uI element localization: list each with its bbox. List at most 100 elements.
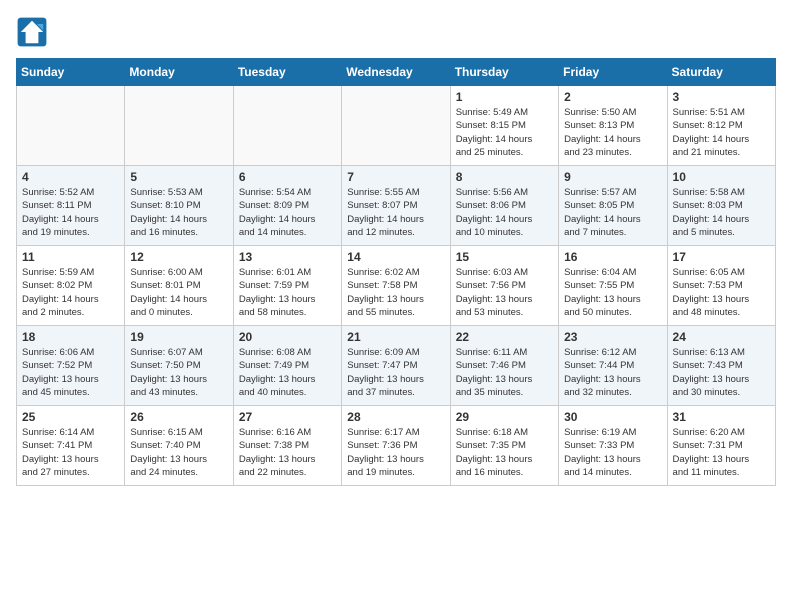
week-row-3: 11 Sunrise: 5:59 AM Sunset: 8:02 PM Dayli… <box>17 246 776 326</box>
calendar-cell: 29Sunrise: 6:18 AM Sunset: 7:35 PM Dayli… <box>450 406 558 486</box>
day-info: Sunrise: 6:16 AM Sunset: 7:38 PM Dayligh… <box>239 426 336 479</box>
calendar-cell: 4 Sunrise: 5:52 AM Sunset: 8:11 PM Daylig… <box>17 166 125 246</box>
day-number: 1 <box>456 90 553 104</box>
logo <box>16 16 52 48</box>
day-info: Sunrise: 6:00 AM Sunset: 8:01 PM Dayligh… <box>130 266 227 319</box>
day-info: Sunrise: 5:50 AM Sunset: 8:13 PM Dayligh… <box>564 106 661 159</box>
day-number: 6 <box>239 170 336 184</box>
day-info: Sunrise: 6:17 AM Sunset: 7:36 PM Dayligh… <box>347 426 444 479</box>
day-number: 15 <box>456 250 553 264</box>
day-number: 19 <box>130 330 227 344</box>
day-info: Sunrise: 5:53 AM Sunset: 8:10 PM Dayligh… <box>130 186 227 239</box>
header-monday: Monday <box>125 59 233 86</box>
day-number: 24 <box>673 330 770 344</box>
calendar-cell: 17 Sunrise: 6:05 AM Sunset: 7:53 PM Dayli… <box>667 246 775 326</box>
header-sunday: Sunday <box>17 59 125 86</box>
day-info: Sunrise: 6:15 AM Sunset: 7:40 PM Dayligh… <box>130 426 227 479</box>
day-number: 2 <box>564 90 661 104</box>
day-number: 17 <box>673 250 770 264</box>
day-number: 11 <box>22 250 119 264</box>
day-number: 4 <box>22 170 119 184</box>
calendar-table: SundayMondayTuesdayWednesdayThursdayFrid… <box>16 58 776 486</box>
day-number: 27 <box>239 410 336 424</box>
day-info: Sunrise: 5:54 AM Sunset: 8:09 PM Dayligh… <box>239 186 336 239</box>
day-number: 22 <box>456 330 553 344</box>
calendar-cell: 18 Sunrise: 6:06 AM Sunset: 7:52 PM Dayli… <box>17 326 125 406</box>
calendar-cell: 14 Sunrise: 6:02 AM Sunset: 7:58 PM Dayli… <box>342 246 450 326</box>
day-number: 31 <box>673 410 770 424</box>
calendar-cell: 20 Sunrise: 6:08 AM Sunset: 7:49 PM Dayli… <box>233 326 341 406</box>
calendar-cell: 27 Sunrise: 6:16 AM Sunset: 7:38 PM Dayli… <box>233 406 341 486</box>
week-row-4: 18 Sunrise: 6:06 AM Sunset: 7:52 PM Dayli… <box>17 326 776 406</box>
calendar-cell: 31 Sunrise: 6:20 AM Sunset: 7:31 PM Dayli… <box>667 406 775 486</box>
day-info: Sunrise: 5:58 AM Sunset: 8:03 PM Dayligh… <box>673 186 770 239</box>
day-info: Sunrise: 6:03 AM Sunset: 7:56 PM Dayligh… <box>456 266 553 319</box>
week-row-2: 4 Sunrise: 5:52 AM Sunset: 8:11 PM Daylig… <box>17 166 776 246</box>
page-header <box>16 16 776 48</box>
day-number: 21 <box>347 330 444 344</box>
day-info: Sunrise: 6:12 AM Sunset: 7:44 PM Dayligh… <box>564 346 661 399</box>
calendar-cell: 8 Sunrise: 5:56 AM Sunset: 8:06 PM Daylig… <box>450 166 558 246</box>
day-info: Sunrise: 5:55 AM Sunset: 8:07 PM Dayligh… <box>347 186 444 239</box>
day-number: 26 <box>130 410 227 424</box>
day-info: Sunrise: 6:01 AM Sunset: 7:59 PM Dayligh… <box>239 266 336 319</box>
day-info: Sunrise: 5:52 AM Sunset: 8:11 PM Dayligh… <box>22 186 119 239</box>
day-number: 13 <box>239 250 336 264</box>
day-info: Sunrise: 6:13 AM Sunset: 7:43 PM Dayligh… <box>673 346 770 399</box>
calendar-cell: 26 Sunrise: 6:15 AM Sunset: 7:40 PM Dayli… <box>125 406 233 486</box>
calendar-cell: 16 Sunrise: 6:04 AM Sunset: 7:55 PM Dayli… <box>559 246 667 326</box>
day-info: Sunrise: 6:06 AM Sunset: 7:52 PM Dayligh… <box>22 346 119 399</box>
calendar-cell: 25Sunrise: 6:14 AM Sunset: 7:41 PM Dayli… <box>17 406 125 486</box>
calendar-cell: 12Sunrise: 6:00 AM Sunset: 8:01 PM Dayli… <box>125 246 233 326</box>
day-info: Sunrise: 5:59 AM Sunset: 8:02 PM Dayligh… <box>22 266 119 319</box>
calendar-cell: 5 Sunrise: 5:53 AM Sunset: 8:10 PM Daylig… <box>125 166 233 246</box>
calendar-cell: 24 Sunrise: 6:13 AM Sunset: 7:43 PM Dayli… <box>667 326 775 406</box>
day-info: Sunrise: 6:20 AM Sunset: 7:31 PM Dayligh… <box>673 426 770 479</box>
day-info: Sunrise: 6:08 AM Sunset: 7:49 PM Dayligh… <box>239 346 336 399</box>
calendar-cell: 10 Sunrise: 5:58 AM Sunset: 8:03 PM Dayli… <box>667 166 775 246</box>
calendar-cell: 28 Sunrise: 6:17 AM Sunset: 7:36 PM Dayli… <box>342 406 450 486</box>
calendar-cell: 19 Sunrise: 6:07 AM Sunset: 7:50 PM Dayli… <box>125 326 233 406</box>
calendar-cell: 3Sunrise: 5:51 AM Sunset: 8:12 PM Daylig… <box>667 86 775 166</box>
calendar-cell <box>342 86 450 166</box>
day-info: Sunrise: 6:02 AM Sunset: 7:58 PM Dayligh… <box>347 266 444 319</box>
calendar-cell: 15 Sunrise: 6:03 AM Sunset: 7:56 PM Dayli… <box>450 246 558 326</box>
calendar-cell: 13 Sunrise: 6:01 AM Sunset: 7:59 PM Dayli… <box>233 246 341 326</box>
day-number: 3 <box>673 90 770 104</box>
calendar-cell <box>233 86 341 166</box>
day-number: 23 <box>564 330 661 344</box>
calendar-cell: 2 Sunrise: 5:50 AM Sunset: 8:13 PM Daylig… <box>559 86 667 166</box>
day-number: 25 <box>22 410 119 424</box>
day-info: Sunrise: 6:11 AM Sunset: 7:46 PM Dayligh… <box>456 346 553 399</box>
header-tuesday: Tuesday <box>233 59 341 86</box>
day-info: Sunrise: 6:07 AM Sunset: 7:50 PM Dayligh… <box>130 346 227 399</box>
calendar-cell <box>125 86 233 166</box>
day-number: 14 <box>347 250 444 264</box>
day-number: 7 <box>347 170 444 184</box>
day-number: 18 <box>22 330 119 344</box>
header-friday: Friday <box>559 59 667 86</box>
day-info: Sunrise: 5:49 AM Sunset: 8:15 PM Dayligh… <box>456 106 553 159</box>
day-number: 30 <box>564 410 661 424</box>
header-wednesday: Wednesday <box>342 59 450 86</box>
calendar-cell: 7 Sunrise: 5:55 AM Sunset: 8:07 PM Daylig… <box>342 166 450 246</box>
day-number: 28 <box>347 410 444 424</box>
week-row-5: 25Sunrise: 6:14 AM Sunset: 7:41 PM Dayli… <box>17 406 776 486</box>
calendar-cell: 30 Sunrise: 6:19 AM Sunset: 7:33 PM Dayli… <box>559 406 667 486</box>
calendar-cell: 22 Sunrise: 6:11 AM Sunset: 7:46 PM Dayli… <box>450 326 558 406</box>
day-info: Sunrise: 6:04 AM Sunset: 7:55 PM Dayligh… <box>564 266 661 319</box>
day-number: 5 <box>130 170 227 184</box>
day-number: 20 <box>239 330 336 344</box>
logo-icon <box>16 16 48 48</box>
calendar-header-row: SundayMondayTuesdayWednesdayThursdayFrid… <box>17 59 776 86</box>
day-number: 8 <box>456 170 553 184</box>
day-info: Sunrise: 6:19 AM Sunset: 7:33 PM Dayligh… <box>564 426 661 479</box>
day-info: Sunrise: 6:05 AM Sunset: 7:53 PM Dayligh… <box>673 266 770 319</box>
calendar-cell <box>17 86 125 166</box>
day-number: 10 <box>673 170 770 184</box>
calendar-cell: 1 Sunrise: 5:49 AM Sunset: 8:15 PM Daylig… <box>450 86 558 166</box>
day-info: Sunrise: 6:09 AM Sunset: 7:47 PM Dayligh… <box>347 346 444 399</box>
day-info: Sunrise: 5:56 AM Sunset: 8:06 PM Dayligh… <box>456 186 553 239</box>
calendar-cell: 23 Sunrise: 6:12 AM Sunset: 7:44 PM Dayli… <box>559 326 667 406</box>
day-number: 16 <box>564 250 661 264</box>
